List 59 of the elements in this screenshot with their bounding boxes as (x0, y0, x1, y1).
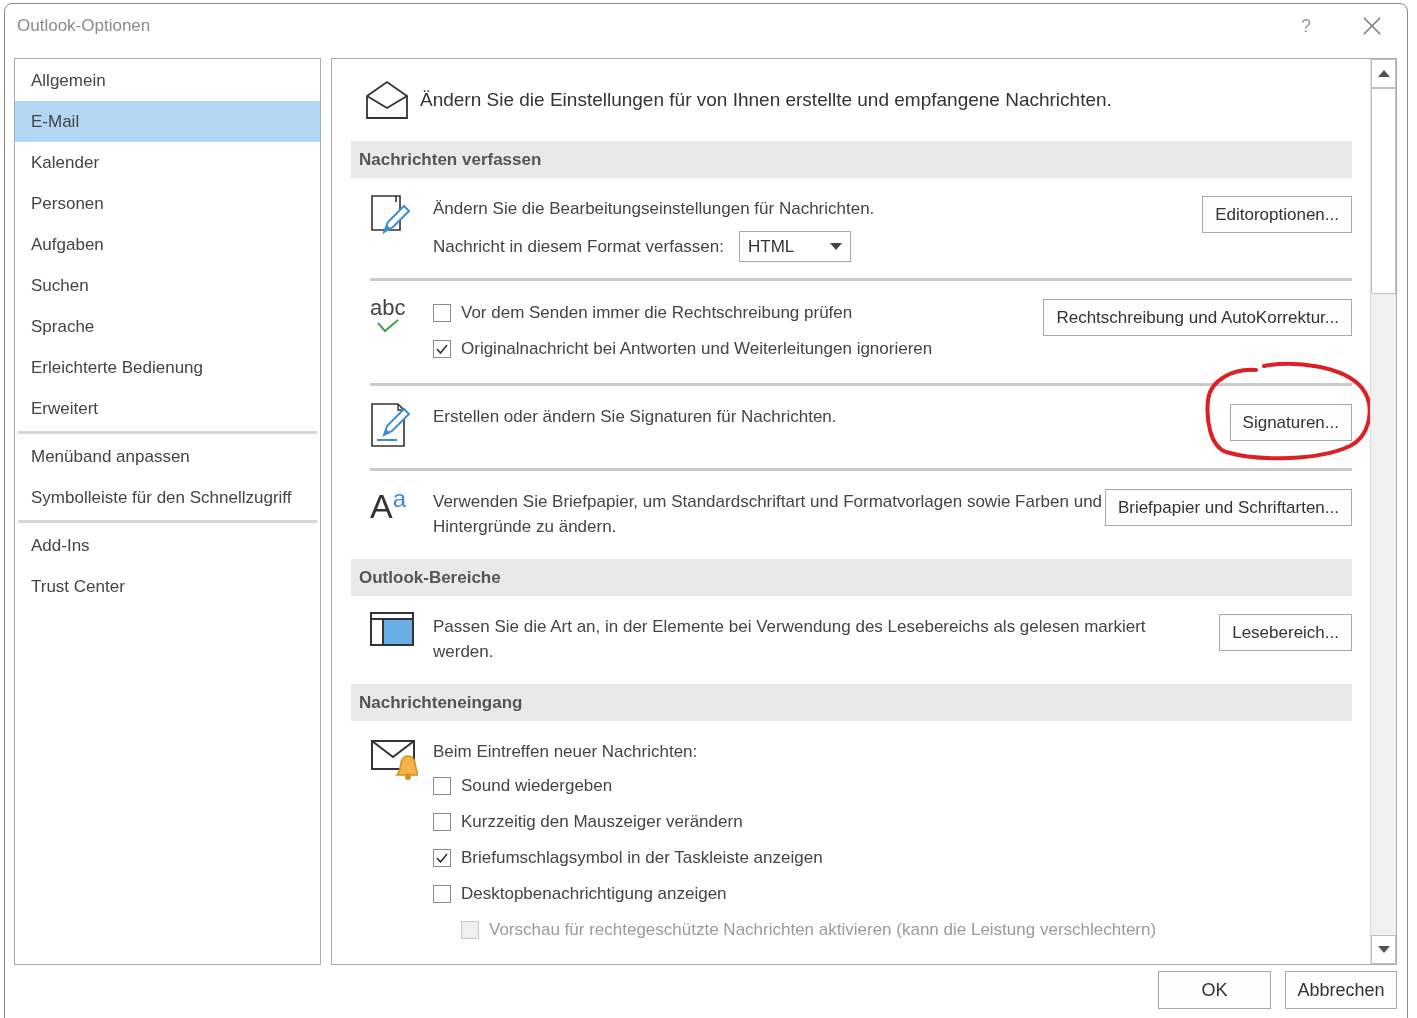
sidebar-item[interactable]: Sprache (15, 306, 320, 347)
format-dropdown[interactable]: HTML (739, 231, 851, 262)
mail-bell-icon (370, 737, 418, 781)
section-header: Outlook-Bereiche (351, 559, 1352, 596)
dialog-button[interactable]: Editoroptionen... (1202, 196, 1352, 233)
dialog-button[interactable]: Lesebereich... (1219, 614, 1352, 651)
sidebar-item[interactable]: Allgemein (15, 60, 320, 101)
window-title: Outlook-Optionen (17, 16, 152, 36)
sidebar-item[interactable]: Symbolleiste für den Schnellzugriff (15, 477, 320, 518)
checkbox-label: Vorschau für rechtegeschützte Nachrichten aktivieren (kann die Leistung verschlechtern) (489, 920, 1157, 940)
checkmark-icon (436, 853, 448, 863)
sidebar-item[interactable]: Trust Center (15, 566, 320, 607)
checkbox-label: Desktopbenachrichtigung anzeigen (461, 884, 727, 904)
option-description: Beim Eintreffen neuer Nachrichten: (433, 741, 699, 763)
dialog-button[interactable]: Briefpapier und Schriftarten... (1104, 489, 1352, 526)
scroll-down-icon (1377, 946, 1390, 953)
dialog-button[interactable]: OK (1158, 971, 1271, 1009)
scroll-up-icon (1377, 70, 1390, 77)
scrollbar-thumb[interactable] (1371, 88, 1396, 294)
checkbox[interactable] (433, 885, 451, 903)
page-description: Ändern Sie die Einstellungen für von Ihnen erstellte und empfangene Nachrichten. (420, 89, 1112, 111)
sidebar-item[interactable]: Erleichterte Bedienung (15, 347, 320, 388)
close-icon[interactable] (1363, 17, 1381, 35)
checkbox-label: Kurzzeitig den Mauszeiger verändern (461, 812, 743, 832)
option-description: Ändern Sie die Bearbeitungseinstellungen für Nachrichten. (433, 198, 876, 220)
scrollbar[interactable] (1370, 59, 1396, 964)
checkmark-icon (375, 319, 400, 333)
dialog-button[interactable]: Signaturen... (1229, 404, 1352, 441)
sidebar-item[interactable]: Kalender (15, 142, 320, 183)
dialog-button[interactable]: Rechtschreibung und AutoKorrektur... (1043, 299, 1352, 336)
sidebar-item[interactable]: Add-Ins (15, 525, 320, 566)
option-description: Passen Sie die Art an, in der Elemente bei Verwendung des Lesebereichs als gelesen markiert werden. (433, 616, 1147, 663)
option-description: Erstellen oder ändern Sie Signaturen für Nachrichten. (433, 406, 838, 428)
checkbox[interactable] (433, 304, 451, 322)
envelope-icon (365, 80, 409, 120)
section-header: Nachrichten verfassen (351, 141, 1352, 178)
option-description: Verwenden Sie Briefpapier, um Standardschriftart und Formatvorlagen sowie Farben und Hintergründe zu ändern. (433, 491, 1104, 538)
checkmark-icon (436, 344, 448, 354)
checkbox-label: Originalnachricht bei Antworten und Weiterleitungen ignorieren (461, 339, 933, 359)
sidebar-item[interactable]: Menüband anpassen (15, 436, 320, 477)
sidebar-item[interactable]: E-Mail (15, 101, 320, 142)
dropdown-arrow-icon (830, 243, 842, 250)
sidebar-item[interactable]: Suchen (15, 265, 320, 306)
checkbox[interactable] (433, 340, 451, 358)
signature-document-icon (370, 402, 412, 448)
checkbox-label: Sound wiedergeben (461, 776, 613, 796)
sidebar-item[interactable]: Personen (15, 183, 320, 224)
sidebar-item[interactable]: Aufgaben (15, 224, 320, 265)
checkbox[interactable] (433, 849, 451, 867)
dialog-button[interactable]: Abbrechen (1285, 971, 1397, 1009)
checkbox[interactable] (433, 777, 451, 795)
format-label: Nachricht in diesem Format verfassen: (433, 236, 724, 257)
reading-pane-icon (370, 612, 414, 648)
checkbox-label: Briefumschlagsymbol in der Taskleiste anzeigen (461, 848, 823, 868)
section-header: Nachrichteneingang (351, 684, 1352, 721)
checkbox-label: Vor dem Senden immer die Rechtschreibung prüfen (461, 303, 853, 323)
sidebar-item[interactable]: Erweitert (15, 388, 320, 429)
checkbox[interactable] (433, 813, 451, 831)
letter-icon: abc (370, 297, 406, 333)
